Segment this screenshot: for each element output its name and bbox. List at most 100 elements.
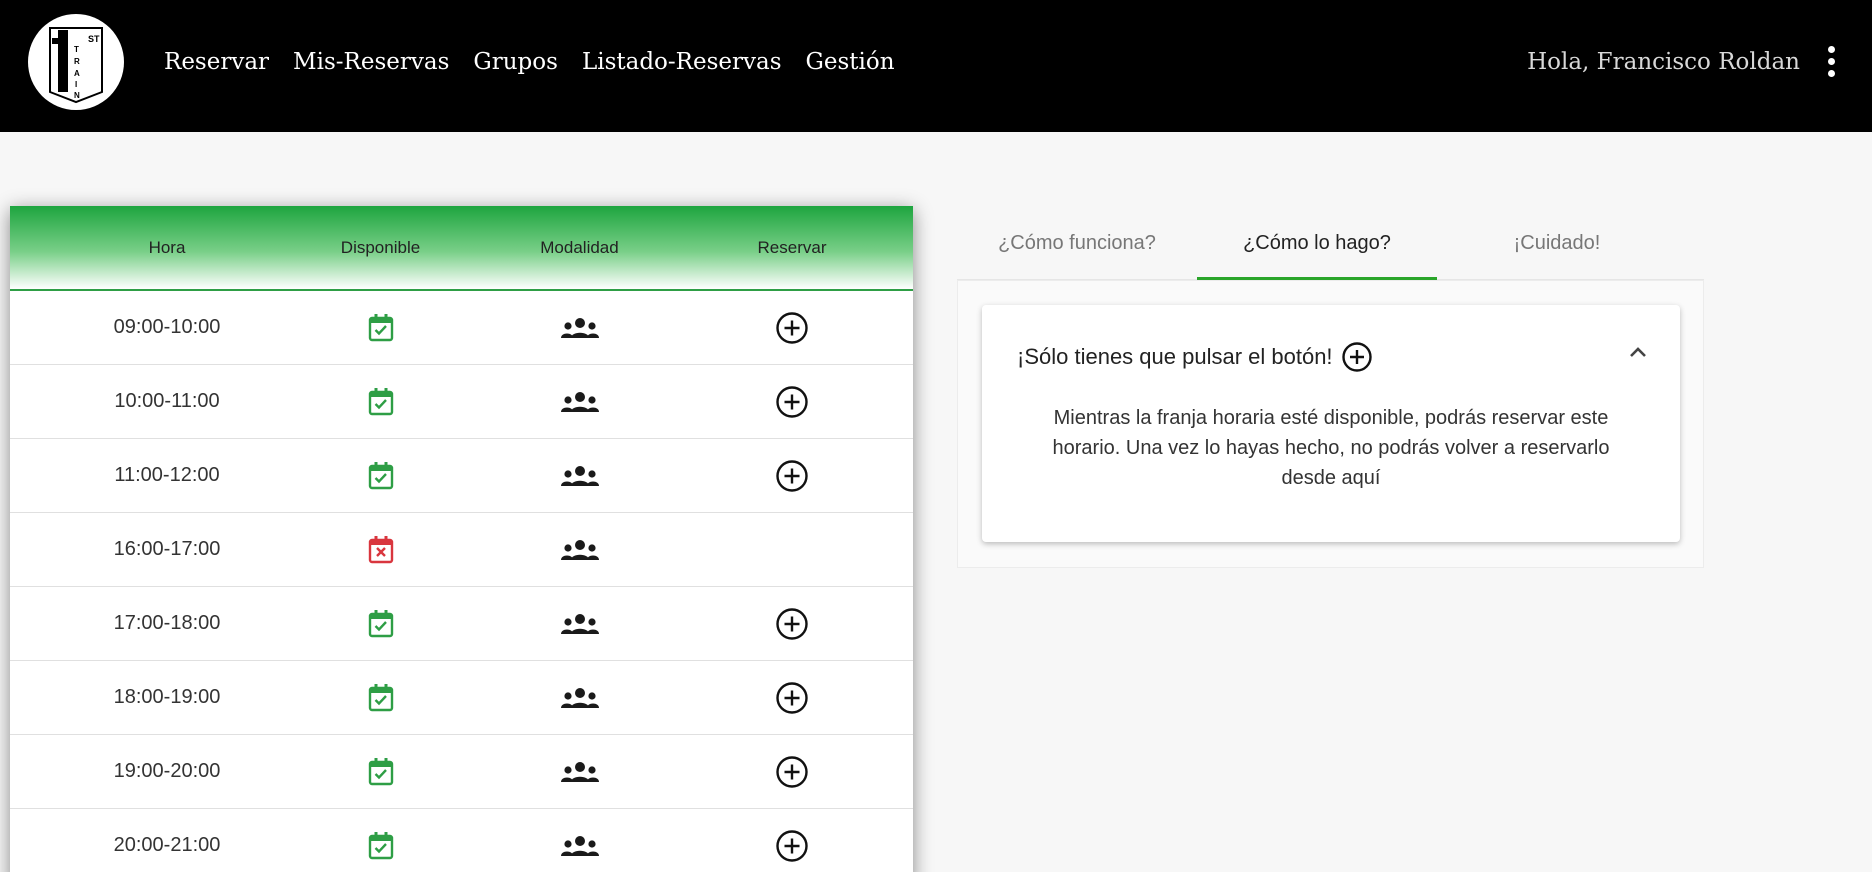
- hour-cell: 17:00-18:00: [10, 612, 324, 635]
- tab-como-funciona[interactable]: ¿Cómo funciona?: [957, 206, 1197, 280]
- modality-cell: [437, 761, 722, 783]
- reserve-cell: [722, 681, 862, 715]
- reserve-cell: [722, 755, 862, 789]
- hour-label: 16:00-17:00: [113, 538, 221, 560]
- reserve-button[interactable]: [775, 385, 809, 419]
- reserve-button[interactable]: [775, 311, 809, 345]
- nav-grupos[interactable]: Grupos: [473, 49, 558, 75]
- chevron-up-icon[interactable]: [1628, 345, 1648, 359]
- group-icon: [560, 391, 599, 412]
- expansion-panel-header[interactable]: ¡Sólo tienes que pulsar el botón!: [1017, 341, 1373, 373]
- table-row: 18:00-19:00: [10, 661, 913, 735]
- svg-text:T: T: [74, 45, 79, 54]
- add-circle-icon: [1341, 342, 1372, 372]
- add-circle-icon: [776, 385, 808, 418]
- availability-cell: [324, 461, 437, 491]
- add-circle-icon: [776, 681, 808, 714]
- more-vert-icon[interactable]: [1822, 46, 1840, 78]
- modality-cell: [437, 687, 722, 709]
- add-circle-icon: [776, 829, 808, 862]
- header-hora: Hora: [148, 237, 186, 257]
- expansion-panel: ¡Sólo tienes que pulsar el botón! Mientr…: [982, 305, 1680, 542]
- add-circle-icon: [776, 755, 808, 788]
- group-icon: [560, 317, 599, 338]
- help-tabs: ¿Cómo funciona? ¿Cómo lo hago? ¡Cuidado!: [957, 206, 1704, 281]
- hour-label: 18:00-19:00: [113, 686, 221, 708]
- hour-cell: 11:00-12:00: [10, 464, 324, 487]
- reserve-button[interactable]: [775, 755, 809, 789]
- header-reservar: Reservar: [757, 237, 827, 257]
- group-icon: [560, 687, 599, 708]
- event-available-icon: [368, 831, 393, 859]
- table-header: Hora Disponible Modalidad Reservar: [10, 206, 913, 291]
- hour-cell: 16:00-17:00: [10, 538, 324, 561]
- availability-cell: [324, 387, 437, 417]
- reserve-cell: [722, 311, 862, 345]
- hour-label: 20:00-21:00: [113, 834, 221, 856]
- modality-cell: [437, 835, 722, 857]
- availability-cell: [324, 683, 437, 713]
- svg-text:N: N: [74, 91, 80, 100]
- table-row: 16:00-17:00: [10, 513, 913, 587]
- header-disponible: Disponible: [340, 237, 421, 257]
- top-navbar: ST T R A I N Reservar Mis-Reservas Grupo…: [0, 0, 1872, 132]
- modality-cell: [437, 465, 722, 487]
- svg-text:ST: ST: [88, 34, 100, 44]
- schedule-table: Hora Disponible Modalidad Reservar 09:00…: [10, 206, 913, 872]
- table-row: 11:00-12:00: [10, 439, 913, 513]
- group-icon: [560, 761, 599, 782]
- hour-cell: 18:00-19:00: [10, 686, 324, 709]
- modality-cell: [437, 613, 722, 635]
- group-icon: [560, 835, 599, 856]
- modality-cell: [437, 317, 722, 339]
- user-greeting: Hola, Francisco Roldan: [1527, 49, 1800, 75]
- hour-cell: 19:00-20:00: [10, 760, 324, 783]
- hour-label: 11:00-12:00: [114, 464, 220, 486]
- nav-listado-reservas[interactable]: Listado-Reservas: [582, 49, 782, 75]
- reserve-cell: [722, 607, 862, 641]
- svg-text:I: I: [75, 80, 77, 89]
- availability-cell: [324, 313, 437, 343]
- table-row: 09:00-10:00: [10, 291, 913, 365]
- hour-cell: 10:00-11:00: [10, 390, 324, 413]
- add-circle-icon: [776, 607, 808, 640]
- tab-cuidado[interactable]: ¡Cuidado!: [1437, 206, 1677, 280]
- expansion-panel-body: Mientras la franja horaria esté disponib…: [1052, 407, 1610, 489]
- main-nav: Reservar Mis-Reservas Grupos Listado-Res…: [164, 0, 919, 124]
- tab-como-lo-hago[interactable]: ¿Cómo lo hago?: [1197, 206, 1437, 281]
- hour-cell: 09:00-10:00: [10, 316, 324, 339]
- availability-cell: [324, 609, 437, 639]
- group-icon: [560, 539, 599, 560]
- event-available-icon: [368, 461, 393, 489]
- nav-gestion[interactable]: Gestión: [806, 49, 895, 75]
- expansion-panel-title: ¡Sólo tienes que pulsar el botón!: [1017, 344, 1333, 369]
- hour-label: 10:00-11:00: [114, 390, 220, 412]
- reserve-button[interactable]: [775, 459, 809, 493]
- first-train-logo-icon: ST T R A I N: [49, 27, 103, 104]
- modality-cell: [437, 391, 722, 413]
- add-circle-icon: [776, 311, 808, 344]
- hour-label: 17:00-18:00: [113, 612, 221, 634]
- event-available-icon: [368, 683, 393, 711]
- table-row: 19:00-20:00: [10, 735, 913, 809]
- table-row: 20:00-21:00: [10, 809, 913, 872]
- reserve-cell: [722, 459, 862, 493]
- reserve-button[interactable]: [775, 607, 809, 641]
- svg-text:A: A: [74, 69, 80, 78]
- event-available-icon: [368, 387, 393, 415]
- table-row: 17:00-18:00: [10, 587, 913, 661]
- event-busy-icon: [368, 535, 393, 563]
- reserve-button[interactable]: [775, 829, 809, 863]
- event-available-icon: [368, 609, 393, 637]
- reserve-cell: [722, 829, 862, 863]
- reserve-button[interactable]: [775, 681, 809, 715]
- svg-text:R: R: [74, 57, 80, 66]
- availability-cell: [324, 831, 437, 861]
- reserve-cell: [722, 385, 862, 419]
- availability-cell: [324, 535, 437, 565]
- brand-logo[interactable]: ST T R A I N: [28, 14, 124, 110]
- event-available-icon: [368, 757, 393, 785]
- nav-mis-reservas[interactable]: Mis-Reservas: [293, 49, 449, 75]
- nav-reservar[interactable]: Reservar: [164, 49, 269, 75]
- group-icon: [560, 465, 599, 486]
